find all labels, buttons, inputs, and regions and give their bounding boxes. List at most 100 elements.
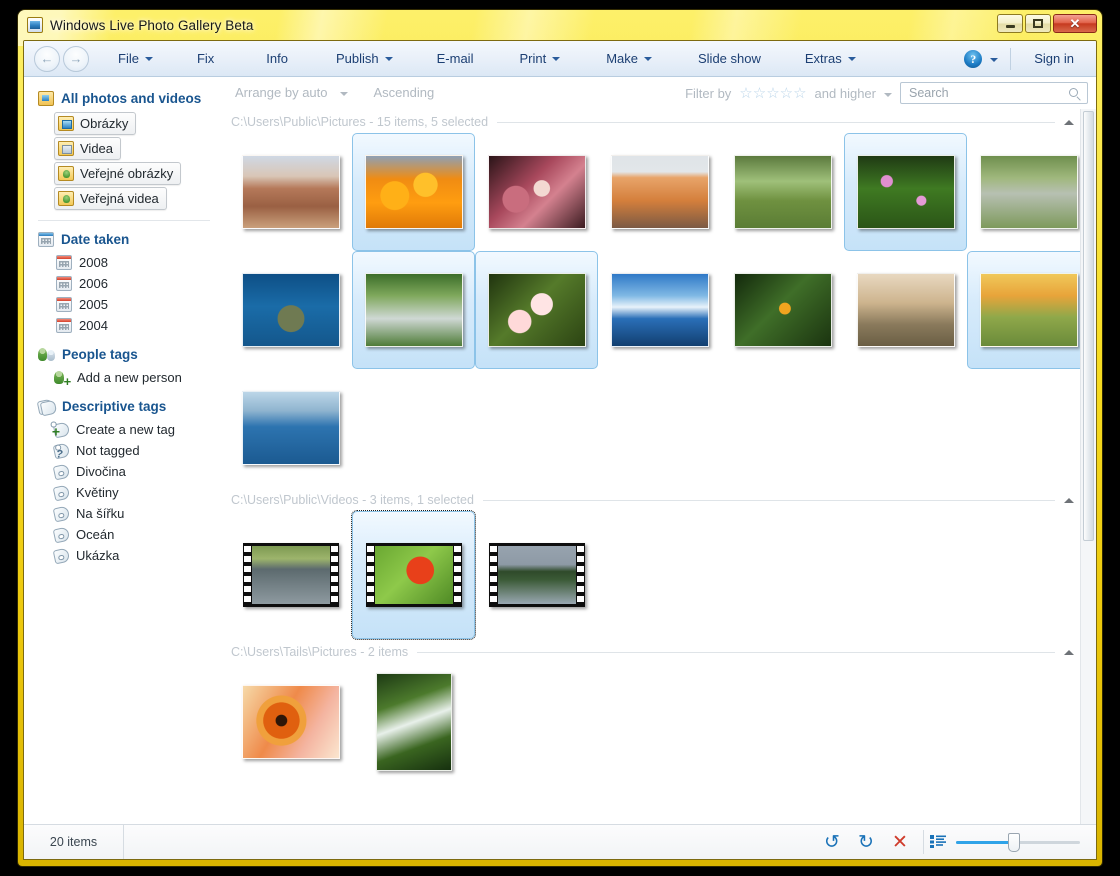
tag-plus-icon: [52, 421, 71, 438]
photo-thumbnail-item[interactable]: [352, 663, 475, 781]
photo-preview: [979, 155, 1078, 229]
photo-thumbnail-item[interactable]: [229, 133, 352, 251]
sidebar-item-ocean[interactable]: Oceán: [24, 524, 224, 545]
photo-gallery-icon: [27, 17, 43, 33]
photo-preview: [241, 685, 340, 759]
photo-thumbnail-item[interactable]: [229, 663, 352, 781]
tags-icon: [38, 399, 55, 414]
calendar-icon: [56, 255, 72, 270]
sidebar-item-date-taken[interactable]: Date taken: [24, 230, 224, 249]
delete-button[interactable]: ✕: [883, 825, 917, 859]
folder-public-videos-icon: [58, 191, 74, 206]
menu-fix-label: Fix: [196, 50, 215, 66]
menu-print-label: Print: [519, 50, 547, 66]
photo-thumbnail-item[interactable]: [475, 133, 598, 251]
photo-thumbnail-item[interactable]: [721, 251, 844, 369]
sidebar-item-year-2005[interactable]: 2005: [24, 294, 224, 315]
rotate-left-button[interactable]: ↺: [815, 825, 849, 859]
sort-order-button[interactable]: Ascending: [363, 80, 446, 106]
zoom-slider[interactable]: [956, 833, 1080, 852]
sidebar-tag-label: Divočina: [76, 464, 126, 479]
menu-print[interactable]: Print: [508, 46, 571, 72]
sidebar-item-people-tags[interactable]: People tags: [24, 345, 224, 364]
collapse-group-icon[interactable]: [1064, 119, 1074, 125]
sidebar-item-year-2008[interactable]: 2008: [24, 252, 224, 273]
sidebar-item-ukazka[interactable]: Ukázka: [24, 545, 224, 566]
people-icon: [38, 347, 55, 362]
sidebar-tag-label: Na šířku: [76, 506, 125, 521]
menu-file-label: File: [118, 50, 139, 66]
photo-thumbnail-item[interactable]: [967, 251, 1090, 369]
title-bar[interactable]: Windows Live Photo Gallery Beta ✕: [18, 10, 1102, 40]
slider-fill: [956, 841, 1014, 844]
menu-fix[interactable]: Fix: [186, 46, 225, 72]
sidebar-item-obrazky[interactable]: Obrázky: [24, 111, 224, 136]
photo-thumbnail-item[interactable]: [352, 251, 475, 369]
photo-thumbnail-item[interactable]: [475, 251, 598, 369]
photo-thumbnail-item[interactable]: [721, 133, 844, 251]
forward-button[interactable]: →: [63, 45, 89, 72]
search-box[interactable]: [900, 82, 1088, 104]
video-thumbnail-item[interactable]: [351, 510, 476, 640]
search-input[interactable]: [907, 85, 1067, 101]
thumbnail-view-icon[interactable]: [930, 835, 946, 849]
sidebar-item-na-sirku[interactable]: Na šířku: [24, 503, 224, 524]
chevron-down-icon[interactable]: [990, 58, 999, 62]
sidebar-tag-label: Create a new tag: [76, 422, 176, 437]
sidebar-item-kvetiny[interactable]: Květiny: [24, 482, 224, 503]
collapse-group-icon[interactable]: [1064, 497, 1074, 503]
sidebar-tag-label: Oceán: [76, 527, 115, 542]
sign-in-button[interactable]: Sign in: [1023, 46, 1088, 72]
menu-slide-show[interactable]: Slide show: [687, 46, 772, 72]
menu-extras[interactable]: Extras: [794, 46, 867, 72]
rotate-right-button[interactable]: ↻: [849, 825, 883, 859]
sidebar-item-all-photos-and-videos[interactable]: All photos and videos: [24, 89, 224, 108]
photo-thumbnail-item[interactable]: [229, 251, 352, 369]
menu-info[interactable]: Info: [255, 46, 299, 72]
filter-bar: Arrange by auto Ascending Filter by ☆☆☆☆…: [225, 77, 1096, 109]
help-icon[interactable]: ?: [964, 50, 983, 68]
sidebar-item-not-tagged[interactable]: Not tagged: [24, 440, 224, 461]
divider: [923, 830, 924, 854]
close-button[interactable]: ✕: [1053, 14, 1097, 33]
sidebar-item-videa[interactable]: Videa: [24, 136, 224, 161]
filter-by-label: Filter by: [685, 85, 732, 101]
photo-thumbnail-item[interactable]: [352, 133, 475, 251]
sidebar-item-add-a-new-person[interactable]: Add a new person: [24, 367, 224, 388]
group-rule: [417, 651, 1055, 653]
scrollbar-thumb[interactable]: [1083, 111, 1094, 541]
slider-thumb[interactable]: [1008, 833, 1021, 852]
and-higher-label: and higher: [814, 85, 876, 101]
sidebar-item-descriptive-tags[interactable]: Descriptive tags: [24, 397, 224, 416]
sidebar-item-year-2006[interactable]: 2006: [24, 273, 224, 294]
star-rating-filter[interactable]: ☆☆☆☆☆: [739, 86, 806, 101]
menu-make[interactable]: Make: [595, 46, 663, 72]
video-thumbnail-item[interactable]: [475, 511, 598, 639]
back-button[interactable]: ←: [34, 45, 60, 72]
video-thumbnail-item[interactable]: [229, 511, 352, 639]
photo-thumbnail-item[interactable]: [844, 251, 967, 369]
arrange-by-dropdown[interactable]: Arrange by auto: [235, 80, 359, 106]
gallery-scroll-area[interactable]: C:\Users\Public\Pictures - 15 items, 5 s…: [225, 109, 1096, 825]
folder-pictures-icon: [58, 116, 74, 131]
application-window: Windows Live Photo Gallery Beta ✕ ← → Fi…: [18, 10, 1102, 866]
photo-thumbnail-item[interactable]: [844, 133, 967, 251]
photo-thumbnail-item[interactable]: [598, 251, 721, 369]
sidebar-item-create-a-new-tag[interactable]: Create a new tag: [24, 419, 224, 440]
close-icon: ✕: [1069, 16, 1081, 31]
sidebar-item-verejne-obrazky[interactable]: Veřejné obrázky: [24, 161, 224, 186]
photo-thumbnail-item[interactable]: [598, 133, 721, 251]
sidebar-item-year-2004[interactable]: 2004: [24, 315, 224, 336]
collapse-group-icon[interactable]: [1064, 649, 1074, 655]
vertical-scrollbar[interactable]: [1080, 109, 1096, 825]
maximize-button[interactable]: [1025, 14, 1051, 33]
menu-publish[interactable]: Publish: [325, 46, 404, 72]
minimize-button[interactable]: [997, 14, 1023, 33]
photo-thumbnail-item[interactable]: [967, 133, 1090, 251]
chevron-down-icon[interactable]: [884, 92, 892, 97]
menu-file[interactable]: File: [107, 46, 164, 72]
sidebar-item-verejna-videa[interactable]: Veřejná videa: [24, 186, 224, 211]
photo-thumbnail-item[interactable]: [229, 369, 352, 487]
sidebar-item-divocina[interactable]: Divočina: [24, 461, 224, 482]
menu-email[interactable]: E-mail: [426, 46, 485, 72]
